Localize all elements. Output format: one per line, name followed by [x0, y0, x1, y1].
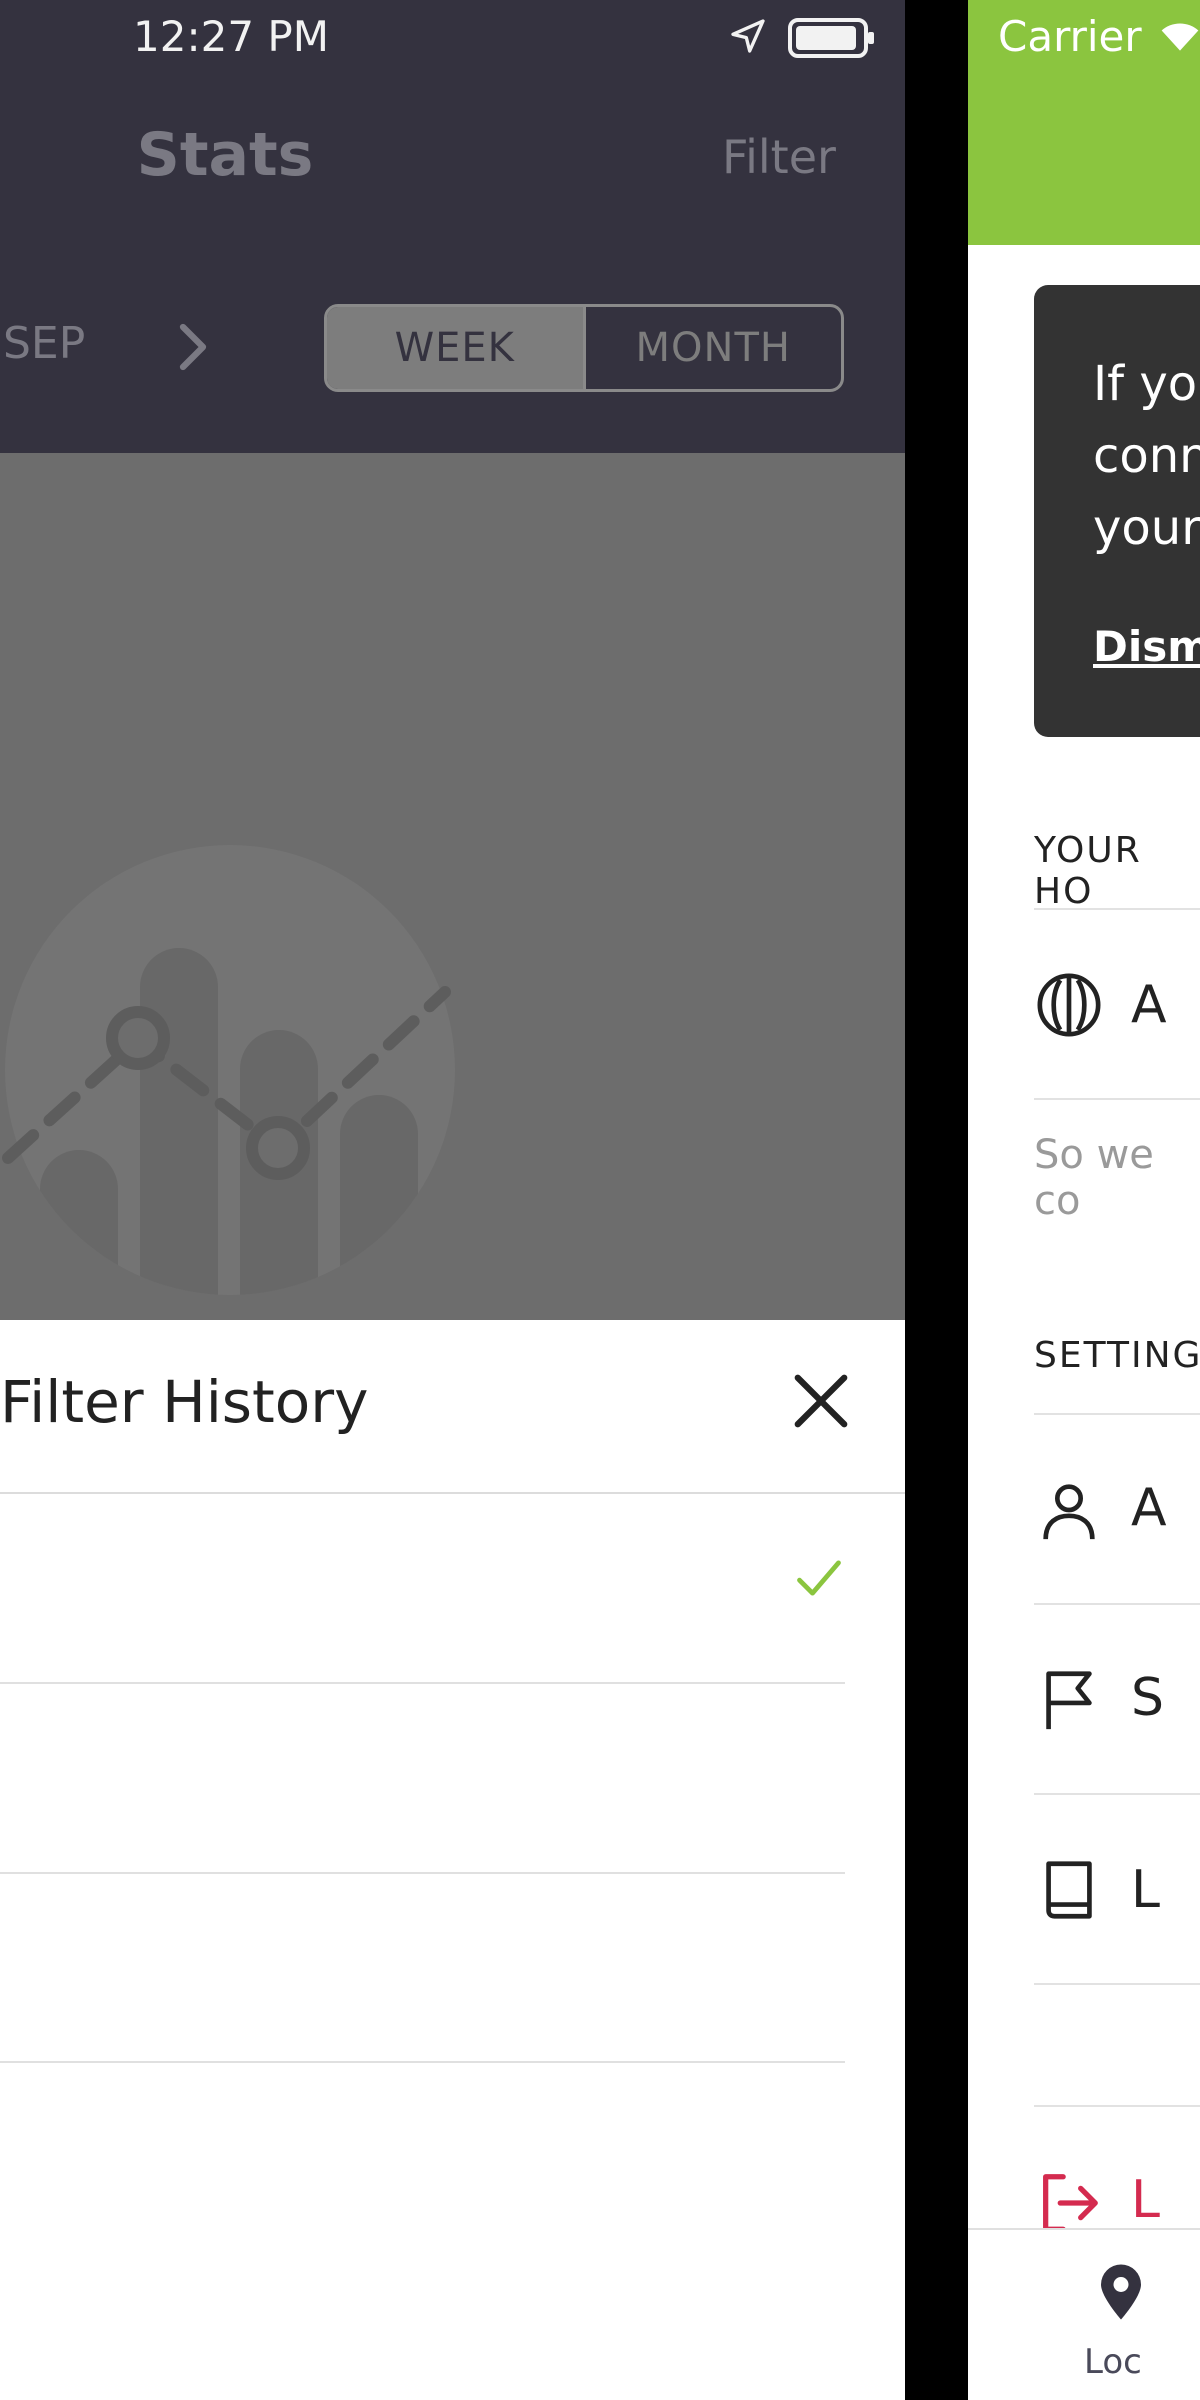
period-label: SEP	[3, 318, 86, 369]
flag-icon	[1046, 1671, 1092, 1730]
stats-screen: 12:27 PM Stats Filter SEP WEEK MONTH Fil…	[0, 0, 905, 2400]
battery-icon	[788, 18, 874, 58]
book-icon	[1046, 1861, 1092, 1919]
wifi-icon	[1161, 23, 1199, 51]
stats-header: 12:27 PM Stats Filter SEP WEEK MONTH	[0, 0, 905, 453]
section-title: SETTING	[1034, 1335, 1200, 1376]
section-hint: So we co	[1034, 1132, 1154, 1224]
dismiss-link[interactable]: Dism	[1093, 622, 1200, 671]
page-title: Stats	[136, 120, 314, 190]
divider	[1034, 1413, 1200, 1415]
settings-screen: Carrier If yo conn your Dism YOUR HO A S…	[968, 0, 1200, 2400]
location-pin-icon[interactable]	[1096, 2262, 1146, 2322]
status-bar: 12:27 PM	[0, 0, 905, 78]
divider	[1034, 1603, 1200, 1605]
status-time: 12:27 PM	[133, 12, 329, 61]
person-icon	[1043, 1484, 1095, 1540]
tab-week[interactable]: WEEK	[327, 307, 583, 389]
settings-row-label[interactable]: L	[1131, 1860, 1160, 1920]
checkmark-icon	[797, 1560, 841, 1596]
close-icon[interactable]	[790, 1370, 852, 1432]
sheet-title: Filter History	[0, 1368, 369, 1436]
filter-sheet: Filter History	[0, 1320, 905, 2400]
filter-button[interactable]: Filter	[722, 130, 836, 184]
settings-row-label[interactable]: S	[1131, 1668, 1164, 1728]
logout-button[interactable]: L	[1131, 2170, 1160, 2230]
coin-icon	[1037, 973, 1101, 1037]
location-arrow-icon	[731, 19, 765, 53]
section-title: YOUR HO	[1034, 830, 1142, 912]
chart-illustration-icon	[2, 845, 455, 1295]
tab-label[interactable]: Loc	[1084, 2342, 1142, 2382]
settings-header: Carrier	[968, 0, 1200, 245]
chevron-right-icon[interactable]	[178, 322, 208, 372]
carrier-label: Carrier	[998, 12, 1142, 61]
divider	[1034, 1098, 1200, 1100]
settings-row-label[interactable]: A	[1131, 975, 1167, 1035]
settings-row-label[interactable]: A	[1131, 1478, 1167, 1538]
divider	[1034, 1793, 1200, 1795]
tab-month[interactable]: MONTH	[582, 307, 842, 389]
filter-option[interactable]	[0, 1494, 845, 1684]
divider	[1034, 2105, 1200, 2107]
filter-option[interactable]	[0, 1684, 845, 1874]
divider	[1034, 908, 1200, 910]
filter-option[interactable]	[0, 1873, 845, 2063]
divider	[1034, 1983, 1200, 1985]
notice-text: If yo conn your	[1093, 356, 1200, 556]
period-toggle: WEEK MONTH	[324, 304, 844, 392]
